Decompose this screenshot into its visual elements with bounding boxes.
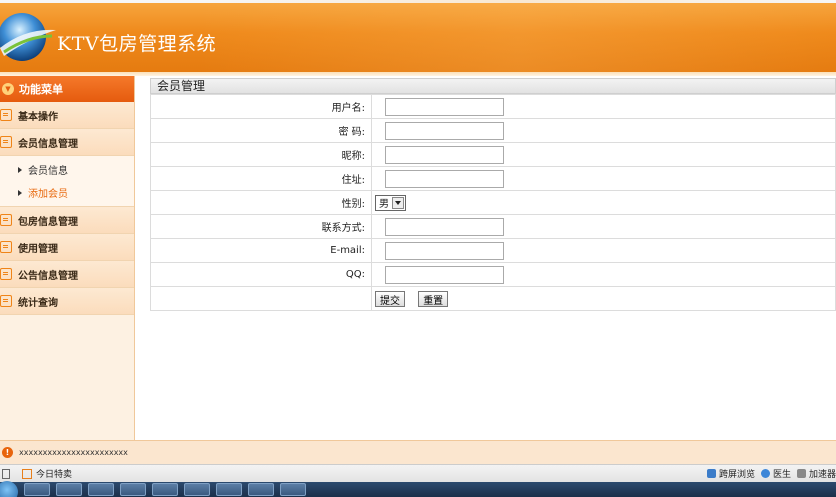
form-row-nickname: 昵称: — [150, 142, 836, 167]
submit-button[interactable]: 提交 — [375, 290, 405, 307]
email-input[interactable] — [385, 241, 504, 260]
today-sale-link[interactable]: 今日特卖 — [36, 467, 72, 480]
email-label: E-mail: — [150, 238, 372, 263]
panel-title: 会员管理 — [150, 78, 836, 94]
info-icon: ! — [2, 447, 13, 458]
taskbar — [0, 480, 836, 497]
triangle-right-icon — [18, 189, 22, 196]
nickname-label: 昵称: — [150, 142, 372, 167]
app-title: KTV包房管理系统 — [57, 33, 217, 55]
sidebar-item-label: 基本操作 — [18, 111, 58, 123]
chat-icon — [0, 295, 12, 307]
taskbar-app-icon[interactable] — [120, 483, 146, 496]
gender-label: 性别: — [150, 190, 372, 215]
password-input[interactable] — [385, 121, 504, 140]
sidebar-item-room[interactable]: 包房信息管理 — [0, 207, 134, 234]
qq-input[interactable] — [385, 265, 504, 284]
taskbar-app-icon[interactable] — [216, 483, 242, 496]
username-input[interactable] — [385, 97, 504, 116]
accelerator-label: 加速器 — [808, 470, 836, 480]
sidebar-item-notice[interactable]: 公告信息管理 — [0, 261, 134, 288]
header-shine — [200, 0, 836, 72]
status-bar: ! xxxxxxxxxxxxxxxxxxxxxxx — [0, 440, 836, 464]
password-label: 密 码: — [150, 118, 372, 143]
sidebar-item-statistics[interactable]: 统计查询 — [0, 288, 134, 315]
taskbar-app-icon[interactable] — [152, 483, 178, 496]
split-view-button[interactable]: 跨屏浏览 — [706, 467, 755, 480]
form-row-address: 住址: — [150, 166, 836, 191]
qq-label: QQ: — [150, 262, 372, 287]
reset-button[interactable]: 重置 — [418, 290, 449, 307]
calendar-icon — [0, 241, 12, 253]
form-row-username: 用户名: — [150, 94, 836, 119]
sidebar-subitem-label: 会员信息 — [28, 166, 68, 177]
status-text: xxxxxxxxxxxxxxxxxxxxxxx — [19, 448, 128, 457]
taskbar-app-icon[interactable] — [56, 483, 82, 496]
taskbar-app-icon[interactable] — [184, 483, 210, 496]
form-row-password: 密 码: — [150, 118, 836, 143]
form-row-email: E-mail: — [150, 238, 836, 263]
browser-status-bar: 今日特卖 跨屏浏览 医生 加速器 — [0, 464, 836, 482]
taskbar-app-icon[interactable] — [280, 483, 306, 496]
sidebar-item-label: 使用管理 — [18, 243, 58, 255]
sidebar-item-usage[interactable]: 使用管理 — [0, 234, 134, 261]
sidebar-item-label: 包房信息管理 — [18, 216, 78, 228]
globe-logo-icon — [0, 13, 56, 61]
accelerator-button[interactable]: 加速器 — [796, 467, 836, 480]
nickname-input[interactable] — [385, 145, 504, 164]
triangle-right-icon — [18, 166, 22, 173]
sidebar-item-label: 公告信息管理 — [18, 270, 78, 282]
sidebar-subitem-add-member[interactable]: 添加会员 — [0, 181, 134, 204]
chevron-down-icon[interactable] — [392, 196, 404, 209]
rocket-icon — [796, 469, 806, 478]
calendar-icon — [22, 468, 32, 479]
form-row-gender: 性别: 男 — [150, 190, 836, 215]
split-view-label: 跨屏浏览 — [718, 470, 755, 480]
list-icon — [0, 109, 12, 121]
taskbar-app-icon[interactable] — [24, 483, 50, 496]
username-label: 用户名: — [150, 94, 372, 119]
sidebar-item-label: 统计查询 — [18, 297, 58, 309]
chat-icon — [0, 136, 12, 148]
screen-icon — [706, 469, 716, 478]
sidebar-header-label: 功能菜单 — [19, 83, 63, 96]
list-icon — [0, 268, 12, 280]
start-button-icon[interactable] — [0, 480, 18, 497]
address-input[interactable] — [385, 169, 504, 188]
main-panel: 会员管理 用户名: 密 码: 昵称: 住址: 性别: 男 联系方式: E-mai… — [150, 78, 836, 311]
sidebar-subitem-member-info[interactable]: 会员信息 — [0, 158, 134, 181]
actions-spacer — [150, 286, 372, 311]
doctor-button[interactable]: 医生 — [760, 467, 791, 480]
doctor-label: 医生 — [772, 470, 791, 480]
address-label: 住址: — [150, 166, 372, 191]
sidebar-item-label: 会员信息管理 — [18, 138, 78, 150]
sidebar-submenu: 会员信息 添加会员 — [0, 156, 134, 207]
gender-select[interactable]: 男 — [375, 194, 406, 211]
sidebar-item-basic[interactable]: 基本操作 — [0, 102, 134, 129]
taskbar-app-icon[interactable] — [248, 483, 274, 496]
doctor-icon — [760, 469, 770, 478]
sidebar-subitem-label: 添加会员 — [28, 189, 68, 200]
taskbar-app-icon[interactable] — [88, 483, 114, 496]
sidebar-header[interactable]: ▼ 功能菜单 — [0, 76, 134, 102]
gender-select-value: 男 — [379, 199, 389, 210]
contact-label: 联系方式: — [150, 214, 372, 239]
sidebar: ▼ 功能菜单 基本操作 会员信息管理 会员信息 添加会员 包房信息管理 使用管理… — [0, 76, 135, 440]
window-icon[interactable] — [2, 468, 10, 479]
form-row-contact: 联系方式: — [150, 214, 836, 239]
member-form: 用户名: 密 码: 昵称: 住址: 性别: 男 联系方式: E-mail: QQ… — [150, 94, 836, 311]
app-header: KTV包房管理系统 — [0, 0, 836, 72]
chevron-down-icon: ▼ — [2, 83, 14, 95]
form-row-actions: 提交 重置 — [150, 286, 836, 311]
sidebar-item-member[interactable]: 会员信息管理 — [0, 129, 134, 156]
contact-input[interactable] — [385, 217, 504, 236]
form-row-qq: QQ: — [150, 262, 836, 287]
edit-icon — [0, 214, 12, 226]
